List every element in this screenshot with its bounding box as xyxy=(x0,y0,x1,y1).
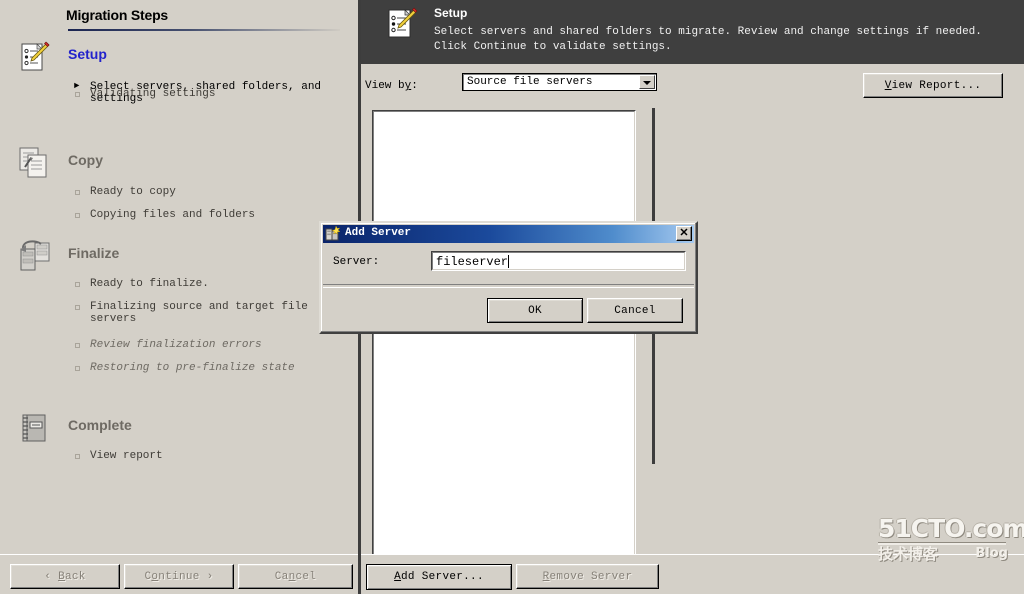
substep-label: View report xyxy=(90,450,163,462)
substep-finalizing-servers: Finalizing source and target file server… xyxy=(68,301,348,325)
substep-label: Copying files and folders xyxy=(90,209,256,221)
step-heading-copy[interactable]: Copy xyxy=(68,152,103,168)
checklist-pencil-icon xyxy=(383,6,419,42)
checkbox-marker-icon xyxy=(75,282,80,287)
cancel-button[interactable]: Cancel xyxy=(238,564,353,589)
report-notebook-icon xyxy=(17,412,51,446)
substep-label: Validating settings xyxy=(90,88,216,100)
substep-ready-to-finalize: Ready to finalize. xyxy=(68,278,348,290)
substep-restoring-state: Restoring to pre-finalize state xyxy=(68,362,348,374)
dialog-ok-label: OK xyxy=(528,304,542,317)
view-report-button[interactable]: View Report... xyxy=(863,73,1003,98)
servers-transfer-icon xyxy=(17,238,51,278)
text-caret xyxy=(508,255,510,268)
checkbox-marker-icon xyxy=(75,343,80,348)
setup-header-description: Select servers and shared folders to mig… xyxy=(434,26,982,53)
migration-wizard-window: Migration Steps Setup ► Select servers, … xyxy=(0,0,1024,594)
dialog-title: Add Server xyxy=(345,227,412,239)
server-list[interactable] xyxy=(372,110,636,573)
substep-label: Ready to copy xyxy=(90,186,176,198)
dialog-separator xyxy=(323,284,694,288)
step-heading-setup[interactable]: Setup xyxy=(68,46,107,62)
dialog-cancel-button[interactable]: Cancel xyxy=(587,298,683,323)
substep-label: Review finalization errors xyxy=(90,339,262,351)
checkbox-marker-icon xyxy=(75,190,80,195)
substep-copying-files: Copying files and folders xyxy=(68,209,348,221)
step-heading-finalize[interactable]: Finalize xyxy=(68,245,119,261)
dialog-ok-button[interactable]: OK xyxy=(487,298,583,323)
back-button[interactable]: ‹ Back xyxy=(10,564,120,589)
substep-view-report: View report xyxy=(68,450,348,462)
setup-header: Setup Select servers and shared folders … xyxy=(361,0,1024,64)
wizard-button-bar: ‹ Back Continue › Cancel Add Server... R… xyxy=(0,554,1024,594)
substep-validating-settings: Validating settings xyxy=(68,88,348,100)
view-by-select[interactable]: Source file servers xyxy=(462,73,657,91)
substep-label: Ready to finalize. xyxy=(90,278,209,290)
checkbox-marker-icon xyxy=(75,305,80,310)
dialog-cancel-label: Cancel xyxy=(614,304,656,317)
add-server-button[interactable]: Add Server... xyxy=(366,564,512,590)
migration-steps-sidebar: Migration Steps Setup ► Select servers, … xyxy=(0,0,358,554)
copy-documents-icon xyxy=(17,145,51,179)
view-by-selected-value: Source file servers xyxy=(467,76,593,88)
setup-header-title: Setup xyxy=(434,6,468,20)
checkbox-marker-icon xyxy=(75,366,80,371)
add-server-dialog: Add Server ✕ Server: fileserver OK Cance… xyxy=(319,221,698,334)
substep-label: Restoring to pre-finalize state xyxy=(90,362,295,374)
close-icon[interactable]: ✕ xyxy=(676,226,692,241)
server-input[interactable]: fileserver xyxy=(431,251,686,271)
step-heading-complete[interactable]: Complete xyxy=(68,417,132,433)
view-by-label: View by: xyxy=(365,80,418,92)
button-bar-divider xyxy=(358,554,361,594)
server-input-inner[interactable]: fileserver xyxy=(432,252,685,270)
checklist-pencil-icon xyxy=(17,40,51,74)
checkbox-marker-icon xyxy=(75,454,80,459)
server-field-label: Server: xyxy=(333,256,380,268)
substep-label: Finalizing source and target file server… xyxy=(90,301,308,325)
continue-button[interactable]: Continue › xyxy=(124,564,234,589)
remove-server-button[interactable]: Remove Server xyxy=(516,564,659,589)
server-input-value: fileserver xyxy=(436,255,509,269)
add-server-icon xyxy=(325,226,341,242)
server-list-inner[interactable] xyxy=(373,111,635,572)
checkbox-marker-icon xyxy=(75,213,80,218)
substep-review-errors: Review finalization errors xyxy=(68,339,348,351)
checkbox-marker-icon xyxy=(75,92,80,97)
sidebar-title-divider xyxy=(68,29,340,31)
dialog-title-bar[interactable]: Add Server ✕ xyxy=(323,225,694,243)
substep-ready-to-copy: Ready to copy xyxy=(68,186,348,198)
sidebar-title: Migration Steps xyxy=(66,7,169,23)
chevron-down-icon[interactable] xyxy=(639,75,655,89)
